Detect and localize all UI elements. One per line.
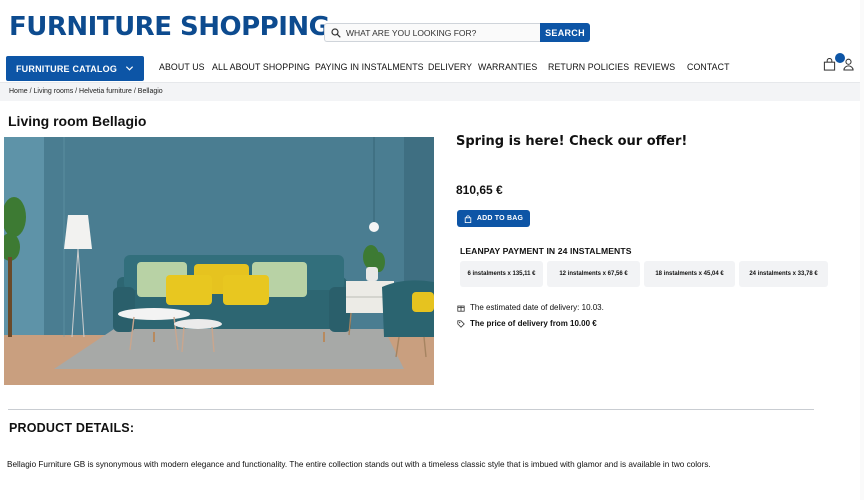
product-details-title: PRODUCT DETAILS:	[9, 421, 135, 435]
page-title: Living room Bellagio	[8, 113, 147, 129]
instalment-option[interactable]: 24 instalments x 33,78 €	[739, 261, 828, 287]
promo-headline: Spring is here! Check our offer!	[456, 134, 688, 149]
leanpay-title: LEANPAY PAYMENT IN 24 INSTALMENTS	[460, 246, 632, 256]
breadcrumb-bar: Home / Living rooms / Helvetia furniture…	[0, 82, 864, 101]
add-to-bag-button[interactable]: ADD TO BAG	[457, 210, 530, 227]
user-icon[interactable]	[843, 58, 854, 71]
search-button[interactable]: SEARCH	[540, 23, 590, 42]
page-scrollbar[interactable]	[860, 0, 864, 500]
nav-all-about-shopping[interactable]: ALL ABOUT SHOPPING	[212, 62, 310, 72]
instalment-option[interactable]: 12 instalments x 67,56 €	[547, 261, 640, 287]
delivery-price-row: The price of delivery from 10.00 €	[457, 319, 597, 328]
nav-delivery[interactable]: DELIVERY	[428, 62, 472, 72]
product-image[interactable]	[4, 137, 434, 385]
nav-return-policies[interactable]: RETURN POLICIES	[548, 62, 629, 72]
instalment-option[interactable]: 6 instalments x 135,11 €	[460, 261, 543, 287]
product-description: Bellagio Furniture GB is synonymous with…	[7, 460, 711, 469]
catalog-label: FURNITURE CATALOG	[15, 63, 118, 74]
delivery-price-text: The price of delivery from 10.00 €	[470, 319, 597, 328]
search-icon	[331, 27, 341, 38]
nav-warranties[interactable]: WARRANTIES	[478, 62, 537, 72]
site-logo[interactable]: FURNITURE SHOPPING	[9, 12, 330, 42]
section-divider	[8, 409, 814, 410]
nav-reviews[interactable]: REVIEWS	[634, 62, 675, 72]
breadcrumb[interactable]: Home / Living rooms / Helvetia furniture…	[9, 88, 163, 95]
search-input[interactable]	[346, 27, 526, 38]
box-icon	[457, 305, 465, 312]
search-field[interactable]	[324, 23, 540, 42]
nav-contact[interactable]: CONTACT	[687, 62, 730, 72]
delivery-date-text: The estimated date of delivery: 10.03.	[470, 303, 604, 312]
shopping-bag-icon	[464, 214, 472, 223]
add-to-bag-label: ADD TO BAG	[476, 215, 524, 222]
furniture-catalog-button[interactable]: FURNITURE CATALOG	[6, 56, 144, 81]
tag-icon	[457, 319, 465, 328]
chevron-down-icon	[125, 66, 134, 71]
product-price: 810,65 €	[456, 183, 503, 197]
shopping-bag-icon[interactable]	[823, 58, 836, 71]
instalment-option[interactable]: 18 instalments x 45,04 €	[644, 261, 735, 287]
delivery-date-row: The estimated date of delivery: 10.03.	[457, 303, 604, 312]
nav-about-us[interactable]: ABOUT US	[159, 62, 205, 72]
nav-paying-in-instalments[interactable]: PAYING IN INSTALMENTS	[315, 62, 424, 72]
search-bar: SEARCH	[324, 23, 590, 42]
